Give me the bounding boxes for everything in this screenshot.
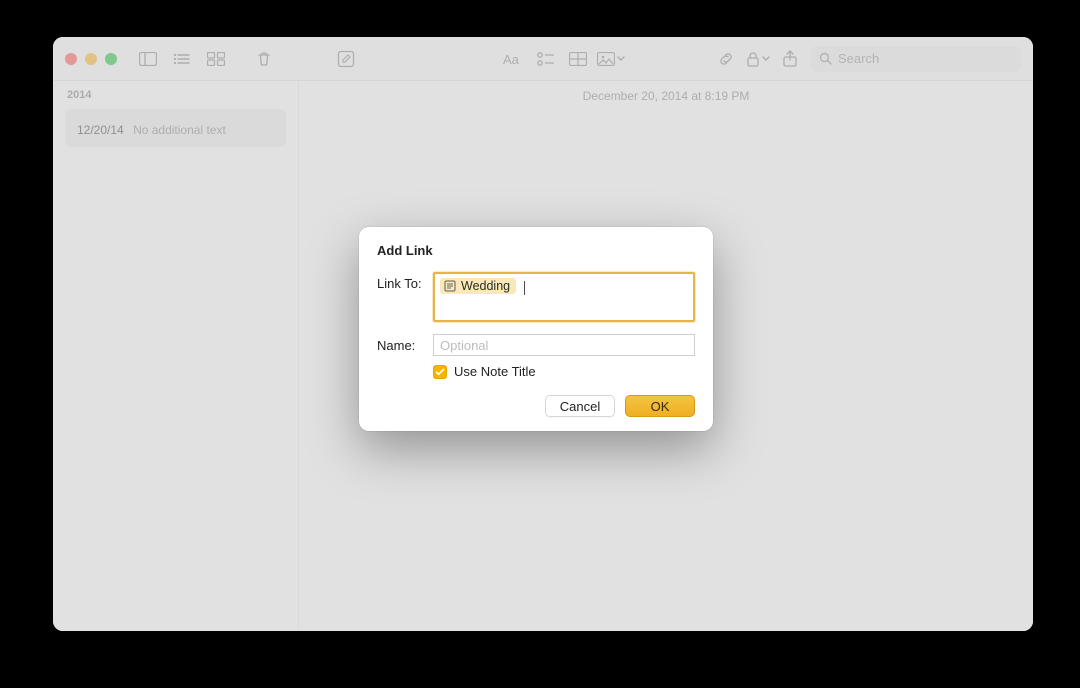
text-caret [524, 281, 525, 295]
note-token[interactable]: Wedding [440, 278, 516, 294]
checkmark-icon [435, 367, 445, 377]
note-icon [444, 280, 456, 292]
app-window: Aa [53, 37, 1033, 631]
name-input[interactable] [433, 334, 695, 356]
ok-button[interactable]: OK [625, 395, 695, 417]
cancel-button-label: Cancel [560, 399, 600, 414]
ok-button-label: OK [651, 399, 670, 414]
linkto-field[interactable]: Wedding [433, 272, 695, 322]
use-note-title-checkbox[interactable] [433, 365, 447, 379]
use-note-title-label: Use Note Title [454, 364, 536, 379]
name-label: Name: [377, 334, 433, 353]
dialog-title: Add Link [377, 243, 695, 258]
add-link-dialog: Add Link Link To: Wedding Name: [359, 227, 713, 431]
token-label: Wedding [461, 279, 510, 293]
linkto-label: Link To: [377, 272, 433, 291]
cancel-button[interactable]: Cancel [545, 395, 615, 417]
